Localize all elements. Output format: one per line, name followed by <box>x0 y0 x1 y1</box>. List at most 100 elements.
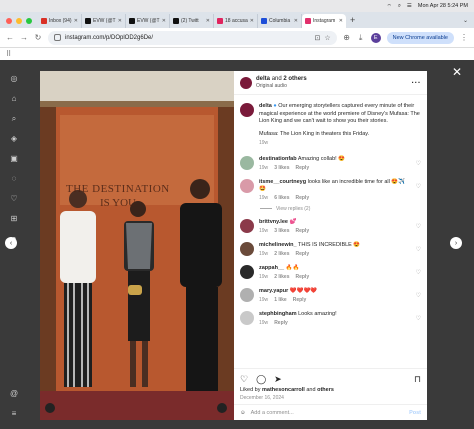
share-icon[interactable]: ➤ <box>274 374 282 384</box>
instagram-logo-icon[interactable]: ◎ <box>9 74 19 84</box>
home-icon[interactable]: ⌂ <box>9 94 19 104</box>
tab-close-icon[interactable]: ✕ <box>74 18 78 24</box>
new-tab-button[interactable]: + <box>350 15 355 25</box>
comment-reply-button[interactable]: Reply <box>293 297 307 304</box>
commenter-avatar[interactable] <box>240 287 254 302</box>
commenter-avatar[interactable] <box>240 310 254 325</box>
control-center-icon[interactable]: ☰ <box>407 3 412 9</box>
view-replies-button[interactable]: View replies (2) <box>260 206 421 212</box>
browser-tab[interactable]: EVW (@T ✕ <box>82 14 126 28</box>
comment-reply-button[interactable]: Reply <box>295 228 309 235</box>
menu-icon[interactable]: ⋮ <box>460 33 468 42</box>
likes-user[interactable]: mathesoncarroll <box>262 387 305 393</box>
comment-icon[interactable]: ◯ <box>256 374 266 384</box>
close-modal-icon[interactable]: ✕ <box>452 66 462 78</box>
commenter-avatar[interactable] <box>240 241 254 256</box>
address-bar[interactable]: instagram.com/p/DOplOD2g6De/ ⊡ ☆ <box>48 30 337 45</box>
search-icon[interactable]: ⌕ <box>398 3 401 10</box>
comment-like-icon[interactable]: ♡ <box>416 183 421 190</box>
commenter-avatar[interactable] <box>240 178 254 193</box>
close-window-button[interactable] <box>6 18 12 24</box>
add-comment-input[interactable]: Add a comment... <box>251 410 294 416</box>
browser-tab[interactable]: 18 accusa ✕ <box>214 14 258 28</box>
tab-close-icon[interactable]: ✕ <box>206 18 210 24</box>
caption-avatar[interactable] <box>240 103 254 117</box>
comment-age[interactable]: 19w <box>259 320 268 327</box>
commenter-username[interactable]: mary.yapur <box>259 288 288 294</box>
like-icon[interactable]: ♡ <box>240 374 248 384</box>
post-comment-button[interactable]: Post <box>409 410 421 416</box>
author-avatar[interactable] <box>240 76 252 89</box>
comment-likes[interactable]: 3 likes <box>274 165 289 172</box>
minimize-window-button[interactable] <box>16 18 22 24</box>
comment-reply-button[interactable]: Reply <box>295 195 309 202</box>
datetime[interactable]: Mon Apr 28 5:24 PM <box>418 3 468 9</box>
save-icon[interactable]: ⊓ <box>414 374 421 384</box>
comment-like-icon[interactable]: ♡ <box>416 315 421 322</box>
more-menu-icon[interactable]: ≡ <box>9 409 19 419</box>
commenter-username[interactable]: zappah__ <box>259 265 284 271</box>
create-icon[interactable]: ⊞ <box>9 214 19 224</box>
zoom-window-button[interactable] <box>26 18 32 24</box>
site-info-icon[interactable] <box>54 34 61 41</box>
audio-label[interactable]: Original audio <box>256 83 307 89</box>
apps-grid-icon[interactable]: ⠿ <box>6 50 11 58</box>
reels-icon[interactable]: ▣ <box>9 154 19 164</box>
likes-others[interactable]: others <box>317 387 334 393</box>
comment-reply-button[interactable]: Reply <box>274 320 288 327</box>
browser-tab[interactable]: Inbox (94) ✕ <box>38 14 82 28</box>
more-options-icon[interactable]: ··· <box>412 78 422 87</box>
caption-username[interactable]: delta <box>259 103 272 109</box>
tab-close-icon[interactable]: ✕ <box>294 18 298 24</box>
profile-avatar[interactable]: E <box>370 32 381 43</box>
comment-age[interactable]: 19w <box>259 228 268 235</box>
tab-close-icon[interactable]: ✕ <box>339 18 343 24</box>
commenter-avatar[interactable] <box>240 218 254 233</box>
browser-tab[interactable]: Columbia ✕ <box>258 14 302 28</box>
comment-age[interactable]: 19w <box>259 165 268 172</box>
commenter-username[interactable]: destinationfab <box>259 156 297 162</box>
commenter-username[interactable]: brittvny.lee <box>259 219 288 225</box>
new-chrome-button[interactable]: New Chrome available <box>386 31 454 44</box>
comment-like-icon[interactable]: ♡ <box>416 160 421 167</box>
author-username[interactable]: delta <box>256 76 270 82</box>
next-post-button[interactable]: › <box>450 237 462 249</box>
back-button[interactable]: ← <box>6 33 14 42</box>
comment-reply-button[interactable]: Reply <box>295 251 309 258</box>
comment-likes[interactable]: 2 likes <box>274 274 289 281</box>
tab-close-icon[interactable]: ✕ <box>118 18 122 24</box>
commenter-avatar[interactable] <box>240 155 254 170</box>
comment-likes[interactable]: 6 likes <box>274 195 289 202</box>
comment-likes[interactable]: 2 likes <box>274 251 289 258</box>
commenter-username[interactable]: michelinewin_ <box>259 242 297 248</box>
browser-tab[interactable]: Instagram ✕ <box>302 14 346 28</box>
tab-search-icon[interactable]: ⌄ <box>463 17 468 24</box>
commenter-username[interactable]: stephbingham <box>259 311 297 317</box>
messages-icon[interactable]: ◌ <box>9 174 19 184</box>
comment-likes[interactable]: 1 like <box>274 297 287 304</box>
comment-like-icon[interactable]: ♡ <box>416 292 421 299</box>
threads-icon[interactable]: @ <box>9 389 19 399</box>
forward-button[interactable]: → <box>20 33 28 42</box>
search-nav-icon[interactable]: ⌕ <box>9 114 19 124</box>
tab-close-icon[interactable]: ✕ <box>162 18 166 24</box>
commenter-username[interactable]: itsme__courtneyg <box>259 179 306 185</box>
browser-tab[interactable]: EVW (@T ✕ <box>126 14 170 28</box>
emoji-icon[interactable]: ☺ <box>240 410 246 416</box>
wifi-icon[interactable]: ⌔ <box>387 3 392 10</box>
notifications-icon[interactable]: ♡ <box>9 194 19 204</box>
comment-like-icon[interactable]: ♡ <box>416 246 421 253</box>
reload-button[interactable]: ↻ <box>34 33 42 42</box>
comment-age[interactable]: 19w <box>259 297 268 304</box>
comment-reply-button[interactable]: Reply <box>295 274 309 281</box>
comment-like-icon[interactable]: ♡ <box>416 223 421 230</box>
post-photo[interactable]: THE DESTINATION IS YOU <box>40 71 234 420</box>
comment-age[interactable]: 19w <box>259 251 268 258</box>
explore-icon[interactable]: ◈ <box>9 134 19 144</box>
extensions-icon[interactable]: ⊕ <box>343 33 351 42</box>
previous-post-button[interactable]: ‹ <box>5 237 17 249</box>
coauthors-link[interactable]: 2 others <box>283 76 306 82</box>
post-date[interactable]: December 16, 2024 <box>240 395 421 401</box>
comment-age[interactable]: 19w <box>259 274 268 281</box>
url-text[interactable]: instagram.com/p/DOplOD2g6De/ <box>65 35 153 41</box>
